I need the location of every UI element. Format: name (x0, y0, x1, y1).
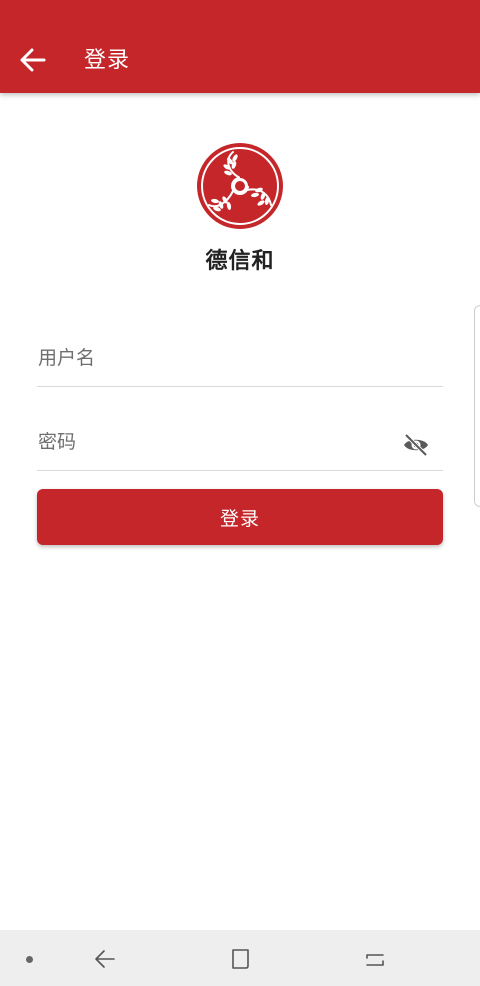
eye-off-icon (404, 433, 428, 457)
nav-recents-button[interactable] (360, 944, 390, 974)
page-title: 登录 (84, 48, 131, 73)
login-screen: 登录 德信和 用户名 登录 (0, 0, 480, 986)
edge-panel-handle[interactable] (474, 305, 480, 507)
system-nav-bar (0, 930, 480, 986)
brand-logo (197, 143, 283, 229)
username-field[interactable] (37, 330, 443, 387)
username-input[interactable] (37, 330, 443, 386)
back-icon (95, 950, 115, 968)
nav-home-button[interactable] (225, 944, 255, 974)
login-button[interactable]: 登录 (37, 489, 443, 545)
back-button[interactable] (8, 35, 58, 85)
recents-icon (232, 949, 249, 969)
app-bar: 登录 (0, 0, 480, 93)
dot-icon[interactable] (26, 956, 33, 963)
password-field[interactable] (37, 414, 443, 471)
nav-back-button[interactable] (90, 944, 120, 974)
brand-name: 德信和 (205, 249, 275, 274)
return-icon (366, 954, 384, 966)
arrow-left-icon (20, 48, 46, 72)
password-input[interactable] (37, 414, 443, 470)
toggle-password-visibility-button[interactable] (401, 430, 431, 460)
